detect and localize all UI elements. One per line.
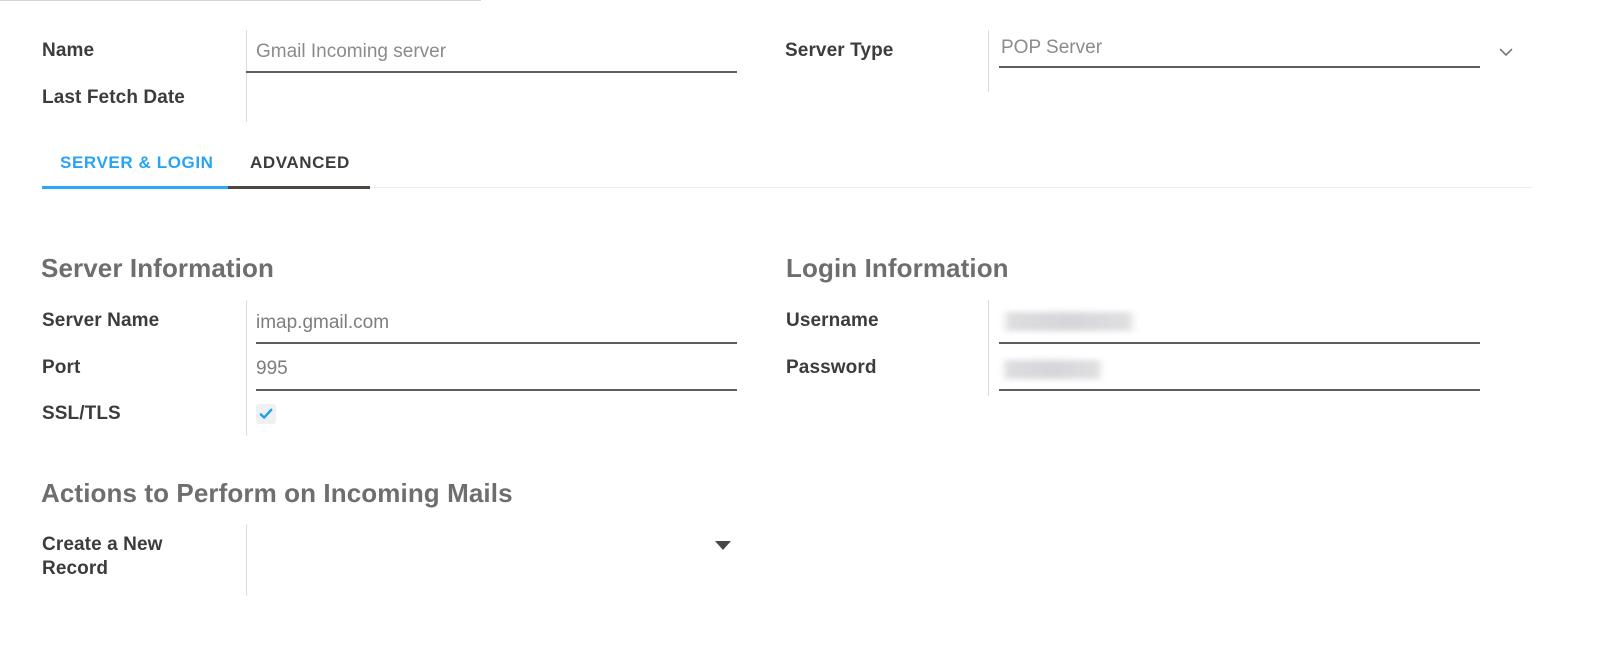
port-label: Port (42, 356, 80, 380)
name-input-underline (246, 71, 737, 73)
server-type-select[interactable]: POP Server (1001, 36, 1102, 60)
actions-divider (246, 524, 247, 596)
server-name-label: Server Name (42, 309, 159, 333)
ssl-tls-checkbox[interactable] (256, 404, 276, 424)
username-input-redacted[interactable] (1001, 312, 1137, 331)
tab-server-and-login[interactable]: SERVER & LOGIN (60, 152, 214, 174)
tab-inactive-indicator (228, 186, 370, 189)
server-information-heading: Server Information (41, 252, 274, 284)
check-icon (259, 407, 273, 421)
password-input-redacted[interactable] (1001, 360, 1104, 379)
header-left-divider (246, 30, 247, 122)
caret-down-icon[interactable] (715, 541, 731, 550)
tab-bar: SERVER & LOGIN ADVANCED (0, 152, 1604, 192)
username-underline (999, 342, 1480, 344)
password-underline (999, 389, 1480, 391)
header-right-divider (988, 30, 989, 92)
login-information-divider (988, 300, 989, 396)
last-fetch-date-label: Last Fetch Date (42, 86, 185, 110)
server-information-divider (246, 300, 247, 436)
mail-server-configuration-form: Name Last Fetch Date Gmail Incoming serv… (0, 0, 1604, 652)
create-new-record-select[interactable] (256, 534, 737, 566)
tab-bar-baseline (370, 187, 1533, 188)
port-input[interactable]: 995 (256, 357, 288, 381)
actions-heading: Actions to Perform on Incoming Mails (41, 477, 513, 509)
port-underline (256, 389, 737, 391)
name-input[interactable]: Gmail Incoming server (256, 40, 446, 64)
ssl-tls-label: SSL/TLS (42, 402, 121, 426)
login-information-heading: Login Information (786, 252, 1009, 284)
username-label: Username (786, 309, 879, 333)
server-name-input[interactable]: imap.gmail.com (256, 311, 389, 335)
chevron-down-icon[interactable] (1497, 43, 1515, 61)
server-type-underline (999, 66, 1480, 68)
tab-active-indicator (42, 186, 228, 189)
name-label: Name (42, 39, 94, 63)
password-label: Password (786, 356, 877, 380)
tab-advanced[interactable]: ADVANCED (250, 152, 350, 174)
server-name-underline (256, 342, 737, 344)
create-new-record-underline (0, 0, 481, 1)
server-type-label: Server Type (785, 39, 893, 63)
create-new-record-label: Create a New Record (42, 533, 202, 581)
